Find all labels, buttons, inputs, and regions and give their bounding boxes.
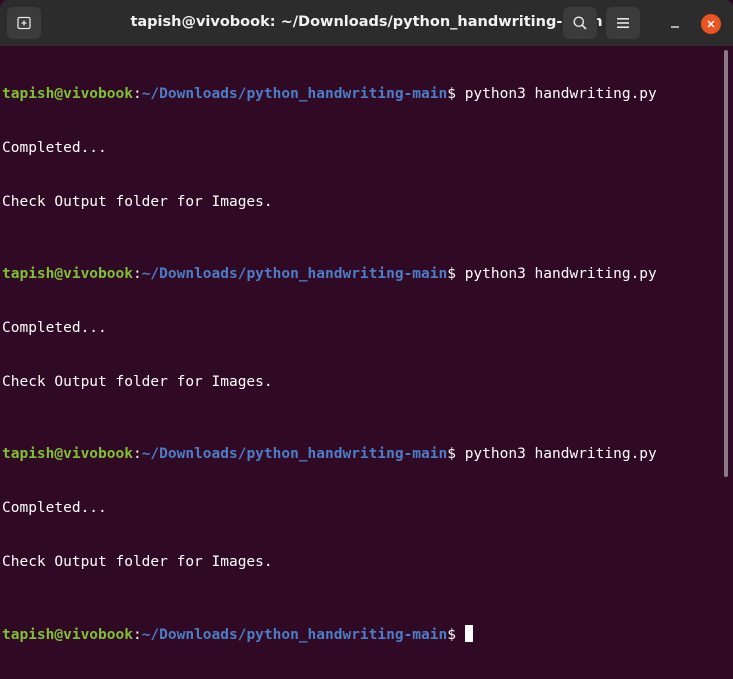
output-line: Check Output folder for Images. bbox=[2, 374, 273, 390]
scrollbar-thumb[interactable] bbox=[724, 50, 728, 477]
command-text: python3 handwriting.py bbox=[464, 266, 657, 282]
close-icon bbox=[707, 20, 715, 28]
title-bar[interactable]: tapish@vivobook: ~/Downloads/python_hand… bbox=[0, 0, 733, 46]
output-line: Completed... bbox=[2, 500, 107, 516]
prompt-symbol: $ bbox=[447, 446, 465, 462]
minimize-button[interactable] bbox=[664, 12, 686, 34]
output-line: Completed... bbox=[2, 320, 107, 336]
prompt-line: tapish@vivobook:~/Downloads/python_handw… bbox=[2, 445, 718, 463]
prompt-user-host: tapish@vivobook bbox=[2, 86, 133, 102]
prompt-path: ~/Downloads/python_handwriting-main bbox=[141, 627, 448, 643]
prompt-path: ~/Downloads/python_handwriting-main bbox=[141, 266, 448, 282]
output-line: Check Output folder for Images. bbox=[2, 194, 273, 210]
prompt-colon: : bbox=[132, 86, 142, 102]
prompt-symbol: $ bbox=[447, 627, 465, 643]
text-cursor bbox=[464, 625, 473, 642]
prompt-path: ~/Downloads/python_handwriting-main bbox=[141, 86, 448, 102]
command-text: python3 handwriting.py bbox=[464, 86, 657, 102]
prompt-path: ~/Downloads/python_handwriting-main bbox=[141, 446, 448, 462]
menu-button[interactable] bbox=[606, 7, 640, 39]
prompt-user-host: tapish@vivobook bbox=[2, 266, 133, 282]
search-button[interactable] bbox=[563, 7, 597, 39]
search-icon bbox=[573, 16, 587, 30]
prompt-colon: : bbox=[132, 627, 142, 643]
output-line: Check Output folder for Images. bbox=[2, 554, 273, 570]
prompt-colon: : bbox=[132, 446, 142, 462]
terminal-window: tapish@vivobook: ~/Downloads/python_hand… bbox=[0, 0, 733, 643]
output-line: Completed... bbox=[2, 140, 107, 156]
hamburger-menu-icon bbox=[617, 18, 629, 28]
scrollbar[interactable] bbox=[719, 46, 733, 481]
prompt-line: tapish@vivobook:~/Downloads/python_handw… bbox=[2, 265, 718, 283]
terminal-output[interactable]: tapish@vivobook:~/Downloads/python_handw… bbox=[2, 49, 718, 643]
minimize-icon bbox=[671, 26, 679, 28]
prompt-line: tapish@vivobook:~/Downloads/python_handw… bbox=[2, 85, 718, 103]
prompt-user-host: tapish@vivobook bbox=[2, 627, 133, 643]
prompt-user-host: tapish@vivobook bbox=[2, 446, 133, 462]
command-text: python3 handwriting.py bbox=[464, 446, 657, 462]
close-button[interactable] bbox=[701, 14, 721, 34]
prompt-symbol: $ bbox=[447, 86, 465, 102]
prompt-colon: : bbox=[132, 266, 142, 282]
prompt-line: tapish@vivobook:~/Downloads/python_handw… bbox=[2, 625, 718, 643]
prompt-symbol: $ bbox=[447, 266, 465, 282]
